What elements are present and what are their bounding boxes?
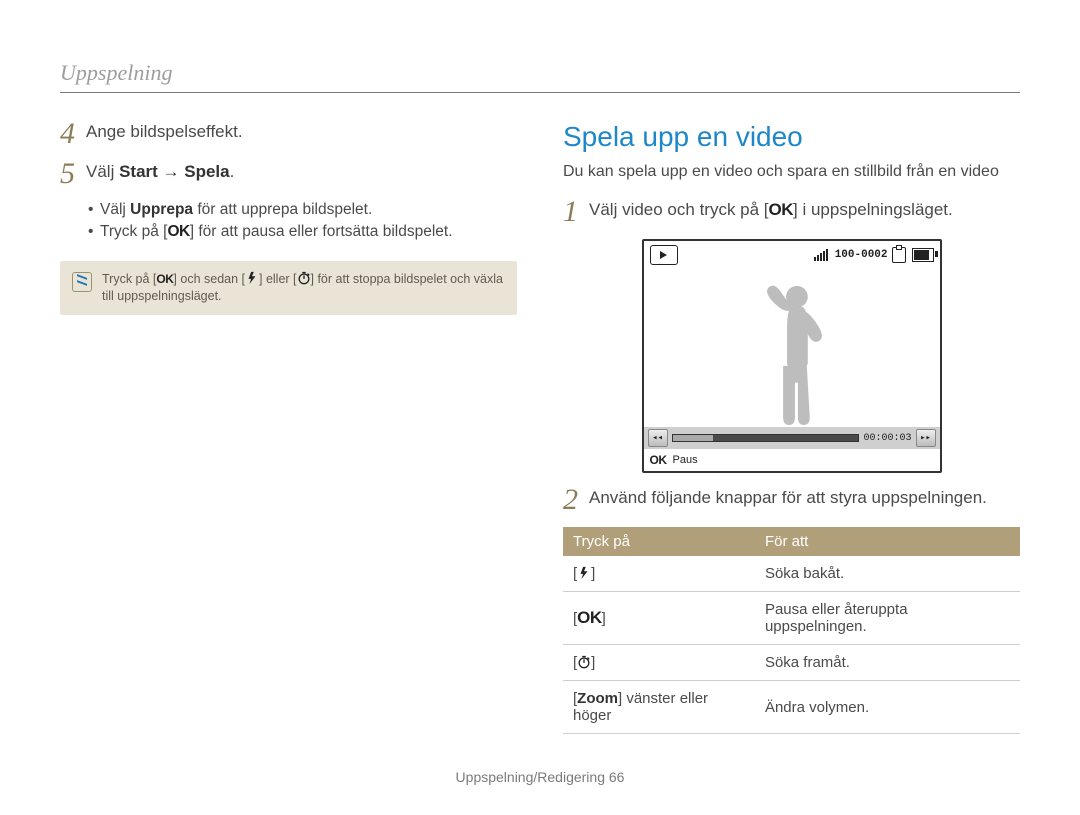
note-b: ] och sedan [ (173, 272, 245, 286)
screen-footer: OK Paus (644, 449, 940, 471)
step-number-4: 4 (60, 119, 86, 149)
step-number-1: 1 (563, 197, 589, 227)
section-header: Uppspelning (60, 60, 1020, 93)
pause-label: Paus (673, 454, 698, 466)
step-5-bold: Start → Spela (119, 162, 230, 181)
ok-icon: OK (167, 223, 189, 241)
step-number-2: 2 (563, 485, 589, 515)
note-icon (72, 272, 92, 292)
bullet-1-post: för att upprepa bildspelet. (193, 201, 372, 218)
note-a: Tryck på [ (102, 272, 156, 286)
step-1-post: ] i uppspelningsläget. (793, 200, 953, 219)
val-pause: Pausa eller återuppta uppspelningen. (755, 592, 1020, 645)
bullet-2-pre: Tryck på [ (100, 223, 167, 240)
key-ok: [OK] (563, 592, 755, 645)
battery-icon (912, 248, 934, 262)
th-for: För att (755, 527, 1020, 556)
flash-icon (577, 566, 591, 580)
intro-text: Du kan spela upp en video och spara en s… (563, 163, 1020, 181)
left-column: 4 Ange bildspelseffekt. 5 Välj Start → S… (60, 121, 517, 734)
zoom-bold: Zoom (577, 690, 618, 707)
key-flash: [] (563, 556, 755, 592)
step-5-post: . (230, 162, 235, 181)
volume-bars-icon (814, 249, 828, 261)
ok-icon: OK (577, 608, 602, 628)
timer-icon (297, 271, 311, 285)
th-press: Tryck på (563, 527, 755, 556)
video-mode-icon (650, 245, 678, 265)
right-column: Spela upp en video Du kan spela upp en v… (563, 121, 1020, 734)
step-4-text: Ange bildspelseffekt. (86, 121, 517, 143)
key-timer: [] (563, 645, 755, 681)
playback-time: 00:00:03 (863, 433, 911, 444)
screen-status-bar: 100-0002 (814, 247, 934, 263)
step-2-text: Använd följande knappar för att styra up… (589, 487, 1020, 509)
video-playbar: ◂◂ 00:00:03 ▸▸ (644, 427, 940, 449)
progress-track (672, 434, 860, 442)
flash-icon (245, 271, 259, 285)
page-footer: Uppspelning/Redigering 66 (0, 769, 1080, 785)
step-5-text: Välj Start → Spela. (86, 161, 517, 183)
bullet-1: Välj Upprepa för att upprepa bildspelet. (88, 201, 517, 219)
ok-icon: OK (156, 271, 173, 287)
timer-icon (577, 655, 591, 669)
note-c: ] eller [ (259, 272, 297, 286)
step-1-pre: Välj video och tryck på [ (589, 200, 769, 219)
controls-table: Tryck på För att [] Söka bakåt. [OK] Pau… (563, 527, 1020, 734)
footer-page-number: 66 (609, 769, 625, 785)
step-1-text: Välj video och tryck på [OK] i uppspelni… (589, 199, 1020, 221)
ok-icon: OK (769, 199, 794, 221)
bullet-2: Tryck på [OK] för att pausa eller fortsä… (88, 223, 517, 241)
ok-icon: OK (650, 453, 667, 467)
bullet-1-bold: Upprepa (130, 201, 193, 218)
step-number-5: 5 (60, 159, 86, 189)
file-counter: 100-0002 (835, 249, 888, 261)
heading-play-video: Spela upp en video (563, 121, 1020, 153)
step-5-bullets: Välj Upprepa för att upprepa bildspelet.… (60, 201, 517, 241)
val-volume: Ändra volymen. (755, 681, 1020, 734)
note-text: Tryck på [OK] och sedan [] eller [] för … (102, 271, 505, 305)
rewind-icon: ◂◂ (648, 429, 668, 447)
memory-card-icon (892, 247, 906, 263)
forward-icon: ▸▸ (916, 429, 936, 447)
note-box: Tryck på [OK] och sedan [] eller [] för … (60, 261, 517, 315)
bullet-1-pre: Välj (100, 201, 130, 218)
step-5-pre: Välj (86, 162, 119, 181)
val-rewind: Söka bakåt. (755, 556, 1020, 592)
video-preview-screen: 100-0002 (642, 239, 942, 473)
val-forward: Söka framåt. (755, 645, 1020, 681)
footer-section: Uppspelning/Redigering (456, 769, 609, 785)
key-zoom: [Zoom] vänster eller höger (563, 681, 755, 734)
video-silhouette (644, 267, 940, 427)
bullet-2-post: ] för att pausa eller fortsätta bildspel… (190, 223, 453, 240)
